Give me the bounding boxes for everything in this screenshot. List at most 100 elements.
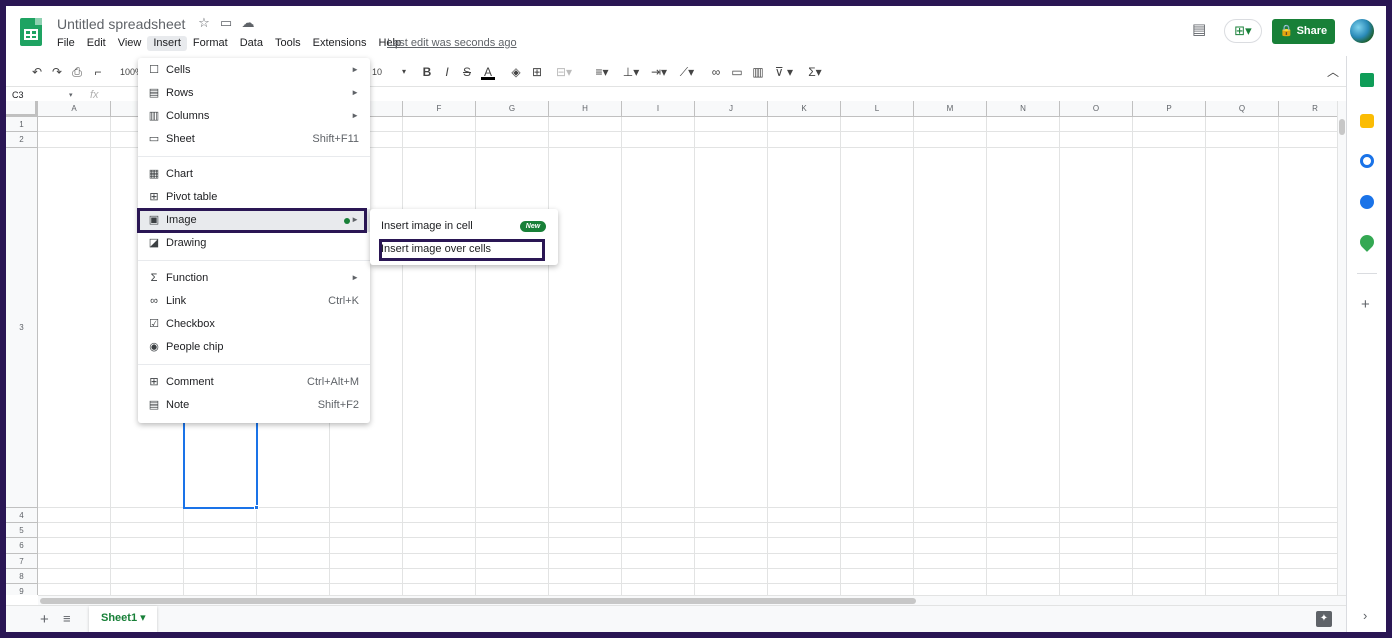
menu-item-drawing[interactable]: ◪ Drawing (138, 232, 370, 255)
row-header-5[interactable]: 5 (6, 523, 38, 538)
tasks-icon[interactable] (1360, 154, 1374, 168)
column-header-p[interactable]: P (1133, 101, 1206, 117)
menu-tools[interactable]: Tools (269, 36, 307, 51)
row-header-2[interactable]: 2 (6, 132, 38, 148)
merge-cells-icon[interactable]: ⊟▾ (552, 64, 576, 80)
insert-comment-icon[interactable]: ▭ (730, 64, 744, 80)
undo-icon[interactable]: ↶ (30, 64, 44, 80)
horizontal-scroll-thumb[interactable] (40, 598, 916, 604)
vertical-scrollbar[interactable] (1337, 101, 1346, 595)
meet-button[interactable]: ⊞▾ (1224, 19, 1262, 43)
column-header-r[interactable]: R (1279, 101, 1337, 117)
fill-handle[interactable] (254, 505, 259, 510)
menu-item-columns[interactable]: ▥ Columns ► (138, 105, 370, 128)
column-header-h[interactable]: H (549, 101, 622, 117)
row-header-9[interactable]: 9 (6, 584, 38, 595)
column-header-a[interactable]: A (38, 101, 111, 117)
submenu-item-insert-image-in-cell[interactable]: Insert image in cell New (370, 215, 558, 238)
collapse-toolbar-icon[interactable]: ︿ (1326, 64, 1340, 80)
column-header-j[interactable]: J (695, 101, 768, 117)
menu-item-people-chip[interactable]: ◉ People chip (138, 336, 370, 359)
share-button[interactable]: 🔒 Share (1272, 19, 1335, 44)
document-title[interactable]: Untitled spreadsheet (57, 16, 185, 32)
all-sheets-icon[interactable]: ≡ (63, 611, 71, 626)
menu-item-checkbox[interactable]: ☑ Checkbox (138, 313, 370, 336)
horizontal-align-icon[interactable]: ≡▾ (590, 64, 614, 80)
column-header-l[interactable]: L (841, 101, 914, 117)
insert-link-icon[interactable]: ∞ (709, 64, 723, 80)
select-all-corner[interactable] (6, 101, 38, 117)
fill-color-icon[interactable]: ◈ (509, 64, 523, 80)
menu-item-pivot-table[interactable]: ⊞ Pivot table (138, 186, 370, 209)
row-header-3[interactable]: 3 (6, 148, 38, 508)
borders-icon[interactable]: ⊞ (530, 64, 544, 80)
functions-icon[interactable]: Σ▾ (803, 64, 827, 80)
column-header-f[interactable]: F (403, 101, 476, 117)
insert-chart-icon[interactable]: ▥ (751, 64, 765, 80)
print-icon[interactable]: ⎙ (70, 64, 84, 80)
account-avatar[interactable] (1350, 19, 1374, 43)
contacts-icon[interactable] (1360, 195, 1374, 209)
text-wrapping-icon[interactable]: ⇥▾ (647, 64, 671, 80)
sheet-tab[interactable]: Sheet1 ▾ (89, 606, 157, 632)
explore-icon[interactable]: ✦ (1316, 611, 1332, 627)
horizontal-scrollbar[interactable] (38, 595, 1346, 605)
get-addons-icon[interactable]: + (1361, 296, 1370, 313)
column-header-o[interactable]: O (1060, 101, 1133, 117)
name-box-dropdown-icon[interactable]: ▾ (69, 91, 73, 99)
sheets-sidebar-icon[interactable] (1360, 73, 1374, 87)
column-header-k[interactable]: K (768, 101, 841, 117)
comment-history-icon[interactable]: ▤ (1192, 22, 1210, 38)
menu-insert[interactable]: Insert (147, 36, 187, 51)
column-header-m[interactable]: M (914, 101, 987, 117)
bold-icon[interactable]: B (420, 64, 434, 80)
name-box[interactable]: C3 (12, 90, 24, 100)
strikethrough-icon[interactable]: S (460, 64, 474, 80)
menu-item-link[interactable]: ∞ Link Ctrl+K (138, 290, 370, 313)
cloud-status-icon[interactable]: ☁ (240, 15, 256, 31)
font-size-dropdown-icon[interactable]: ▾ (399, 64, 409, 80)
row-header-8[interactable]: 8 (6, 569, 38, 584)
rows-icon: ▤ (148, 87, 160, 99)
menu-item-comment[interactable]: ⊞ Comment Ctrl+Alt+M (138, 371, 370, 394)
menu-extensions[interactable]: Extensions (307, 36, 373, 51)
star-icon[interactable]: ☆ (196, 15, 212, 31)
menu-item-sheet[interactable]: ▭ Sheet Shift+F11 (138, 128, 370, 151)
menu-file[interactable]: File (51, 36, 81, 51)
column-header-n[interactable]: N (987, 101, 1060, 117)
menu-data[interactable]: Data (234, 36, 269, 51)
text-rotation-icon[interactable]: ⟋▾ (675, 64, 699, 80)
column-header-q[interactable]: Q (1206, 101, 1279, 117)
row-header-7[interactable]: 7 (6, 554, 38, 569)
text-color-icon[interactable]: A (481, 64, 495, 80)
menu-view[interactable]: View (112, 36, 148, 51)
row-header-6[interactable]: 6 (6, 538, 38, 554)
vertical-scroll-thumb[interactable] (1339, 119, 1345, 135)
zoom-select[interactable]: 100% (120, 64, 143, 80)
column-header-g[interactable]: G (476, 101, 549, 117)
row-header-1[interactable]: 1 (6, 117, 38, 132)
menu-item-label: Pivot table (166, 191, 218, 203)
italic-icon[interactable]: I (440, 64, 454, 80)
menu-edit[interactable]: Edit (81, 36, 112, 51)
row-header-4[interactable]: 4 (6, 508, 38, 523)
last-edit-link[interactable]: Last edit was seconds ago (387, 37, 517, 49)
add-sheet-icon[interactable]: + (40, 611, 49, 628)
expand-side-panel-icon[interactable]: › (1363, 608, 1367, 623)
menu-item-rows[interactable]: ▤ Rows ► (138, 82, 370, 105)
keep-icon[interactable] (1360, 114, 1374, 128)
vertical-align-icon[interactable]: ⊥▾ (619, 64, 643, 80)
font-size-select[interactable]: 10 (370, 64, 384, 80)
paint-format-icon[interactable]: ⌐ (91, 64, 105, 80)
move-folder-icon[interactable]: ▭ (218, 15, 234, 31)
filter-icon[interactable]: ⊽ ▾ (771, 64, 797, 80)
maps-icon[interactable] (1357, 232, 1377, 252)
redo-icon[interactable]: ↷ (50, 64, 64, 80)
menu-item-cells[interactable]: ☐ Cells ► (138, 59, 370, 82)
menu-item-note[interactable]: ▤ Note Shift+F2 (138, 394, 370, 417)
sheets-logo-icon[interactable] (20, 18, 42, 46)
column-header-i[interactable]: I (622, 101, 695, 117)
menu-format[interactable]: Format (187, 36, 234, 51)
menu-item-chart[interactable]: ▦ Chart (138, 163, 370, 186)
menu-item-function[interactable]: Σ Function ► (138, 267, 370, 290)
